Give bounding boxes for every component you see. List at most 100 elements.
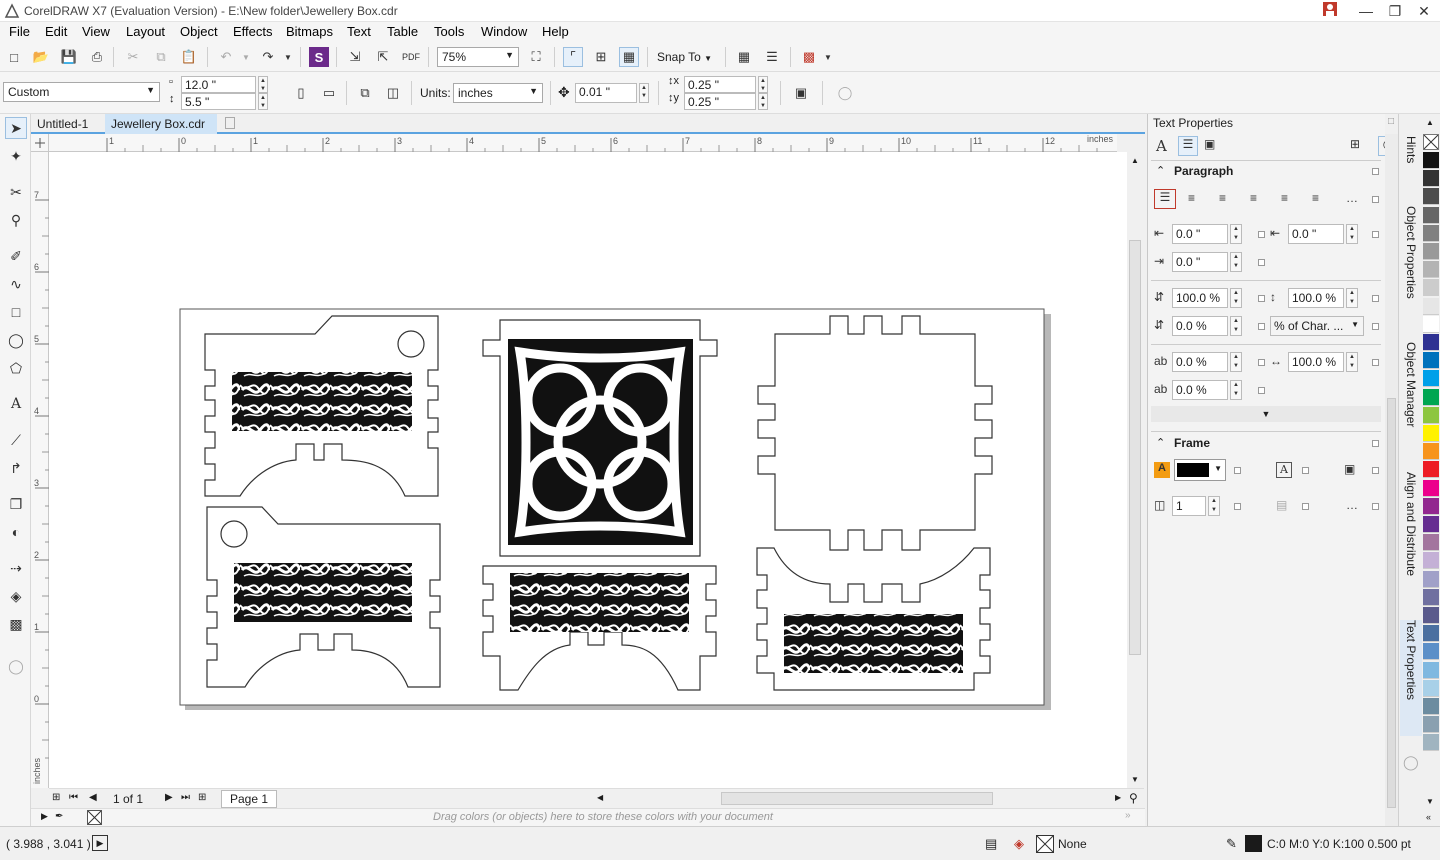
page-tab[interactable]: Page 1 <box>221 790 278 808</box>
color-swatch[interactable] <box>1423 443 1439 461</box>
color-swatch[interactable] <box>1423 716 1439 734</box>
docker-scrollbar[interactable] <box>1385 134 1398 826</box>
line-spacing-spinner[interactable]: ▲ ▼ <box>1230 288 1242 308</box>
zoom-tool-icon[interactable]: ⚲ <box>5 209 27 231</box>
color-swatch[interactable] <box>1423 297 1439 315</box>
menu-window[interactable]: Window <box>481 24 527 39</box>
alignment-option-box[interactable] <box>1372 196 1379 203</box>
column-settings-icon[interactable]: ▤ <box>1276 498 1287 512</box>
drop-shadow-tool-icon[interactable]: ❐ <box>5 493 27 515</box>
color-swatch[interactable] <box>1423 479 1439 497</box>
scroll-up-icon[interactable]: ▲ <box>1131 156 1139 165</box>
connector-tool-icon[interactable]: ↱ <box>5 457 27 479</box>
palette-scroll-up-icon[interactable]: ▲ <box>1426 118 1434 127</box>
ruler-origin[interactable] <box>31 134 49 152</box>
vertical-alignment-icon[interactable]: ▣ <box>1344 462 1355 476</box>
horizontal-scroll-thumb[interactable] <box>721 792 993 805</box>
color-swatch[interactable] <box>1423 334 1439 351</box>
page-size-select[interactable]: Custom ▼ <box>3 82 160 102</box>
launcher-dropdown-icon[interactable]: ▼ <box>818 47 838 67</box>
page-width-field[interactable]: 12.0 " <box>181 76 256 93</box>
align-center-icon[interactable]: ≡ <box>1219 191 1226 205</box>
artistic-media-tool-icon[interactable]: ∿ <box>5 273 27 295</box>
after-paragraph-field[interactable]: 0.0 % <box>1172 352 1228 372</box>
color-swatch[interactable] <box>1423 170 1439 188</box>
duplicate-x-spinner[interactable]: ▲ ▼ <box>758 76 768 93</box>
color-swatch[interactable] <box>1423 206 1439 224</box>
background-color-picker[interactable]: ▼ <box>1174 459 1226 481</box>
after-paragraph-lock[interactable] <box>1258 359 1265 366</box>
export-icon[interactable]: ⇱ <box>373 47 393 67</box>
language-spacing-spinner[interactable]: ▲ ▼ <box>1230 380 1242 400</box>
frame-section-icon[interactable]: ▣ <box>1204 137 1215 151</box>
tab-text-properties[interactable]: Text Properties <box>1400 620 1422 736</box>
palette-expand-icon[interactable]: » <box>1125 810 1131 821</box>
no-alignment-icon[interactable]: ☰ <box>1154 189 1176 209</box>
print-icon[interactable]: ⎙ <box>87 47 107 67</box>
word-spacing-lock[interactable] <box>1372 359 1379 366</box>
menu-file[interactable]: File <box>9 24 30 39</box>
right-indent-spinner[interactable]: ▲ ▼ <box>1230 252 1242 272</box>
crop-tool-icon[interactable]: ✂ <box>5 181 27 203</box>
before-paragraph-spinner[interactable]: ▲ ▼ <box>1230 316 1242 336</box>
color-eyedropper-tool-icon[interactable]: ⇢ <box>5 557 27 579</box>
collapse-frame-icon[interactable]: ⌃ <box>1156 436 1165 449</box>
horizontal-ruler[interactable]: 1 0 1 2 3 4 5 6 7 8 9 10 11 12 inches <box>49 134 1117 152</box>
character-section-icon[interactable]: A <box>1156 137 1167 155</box>
no-color-swatch[interactable] <box>87 810 102 825</box>
spacing-units-lock[interactable] <box>1372 323 1379 330</box>
expand-paragraph-button[interactable]: ▼ <box>1151 406 1381 422</box>
before-paragraph-field[interactable]: 0.0 % <box>1172 316 1228 336</box>
left-indent-field[interactable]: 0.0 " <box>1172 224 1228 244</box>
freehand-tool-icon[interactable]: ✐ <box>5 245 27 267</box>
first-line-indent-field[interactable]: 0.0 " <box>1288 224 1344 244</box>
word-spacing-field[interactable]: 100.0 % <box>1288 352 1344 372</box>
color-swatch[interactable] <box>1423 461 1439 479</box>
paragraph-section-icon[interactable]: ☰ <box>1178 136 1198 156</box>
color-swatch[interactable] <box>1423 734 1439 752</box>
color-swatch[interactable] <box>1423 425 1439 442</box>
application-launcher-icon[interactable]: ▩ <box>799 47 819 67</box>
shape-tool-icon[interactable]: ✦ <box>5 145 27 167</box>
last-page-icon[interactable]: ⏭ <box>181 792 190 803</box>
color-swatch[interactable] <box>1423 388 1439 406</box>
scroll-right-icon[interactable]: ▶ <box>1115 793 1121 802</box>
undo-icon[interactable]: ↶ <box>216 47 236 67</box>
color-swatch[interactable] <box>1423 661 1439 679</box>
duplicate-distance-x-field[interactable]: 0.25 " <box>684 76 756 93</box>
vertical-alignment-option[interactable] <box>1372 467 1379 474</box>
copy-icon[interactable]: ⧉ <box>151 47 171 67</box>
right-indent-field[interactable]: 0.0 " <box>1172 252 1228 272</box>
all-pages-icon[interactable]: ⧉ <box>355 83 375 103</box>
color-swatch[interactable] <box>1423 643 1439 661</box>
page-width-spinner[interactable]: ▲ ▼ <box>258 76 268 93</box>
tab-untitled-1[interactable]: Untitled-1 <box>31 114 105 134</box>
account-icon[interactable] <box>1316 0 1344 22</box>
palette-expand-icon[interactable]: « <box>1426 812 1431 822</box>
color-swatch[interactable] <box>1423 588 1439 606</box>
color-swatch[interactable] <box>1423 315 1439 333</box>
new-document-icon[interactable]: □ <box>4 47 24 67</box>
text-tool-icon[interactable]: A <box>5 393 27 415</box>
menu-view[interactable]: View <box>82 24 110 39</box>
paragraph-option-box[interactable] <box>1372 168 1379 175</box>
frame-option-box[interactable] <box>1372 440 1379 447</box>
interactive-fill-tool-icon[interactable]: ◈ <box>5 585 27 607</box>
add-page-after-icon[interactable]: ⊞ <box>198 792 206 803</box>
outline-color-swatch[interactable] <box>1245 835 1262 852</box>
menu-effects[interactable]: Effects <box>233 24 273 39</box>
docker-pin-icon[interactable]: □ <box>1388 116 1394 127</box>
collapse-paragraph-icon[interactable]: ⌃ <box>1156 164 1165 177</box>
char-spacing-spinner[interactable]: ▲ ▼ <box>1346 288 1358 308</box>
vertical-scroll-thumb[interactable] <box>1129 240 1141 655</box>
menu-object[interactable]: Object <box>180 24 218 39</box>
char-spacing-field[interactable]: 100.0 % <box>1288 288 1344 308</box>
open-folder-icon[interactable]: 📂 <box>31 47 51 67</box>
rectangle-tool-icon[interactable]: □ <box>5 301 27 323</box>
nudge-distance-field[interactable]: 0.01 " <box>575 83 637 103</box>
status-expand-icon[interactable]: ▶ <box>92 835 108 851</box>
column-settings-option[interactable] <box>1302 503 1309 510</box>
menu-tools[interactable]: Tools <box>434 24 464 39</box>
drawing-canvas[interactable] <box>49 152 1127 788</box>
zoom-navigator-icon[interactable]: ⚲ <box>1129 791 1138 805</box>
